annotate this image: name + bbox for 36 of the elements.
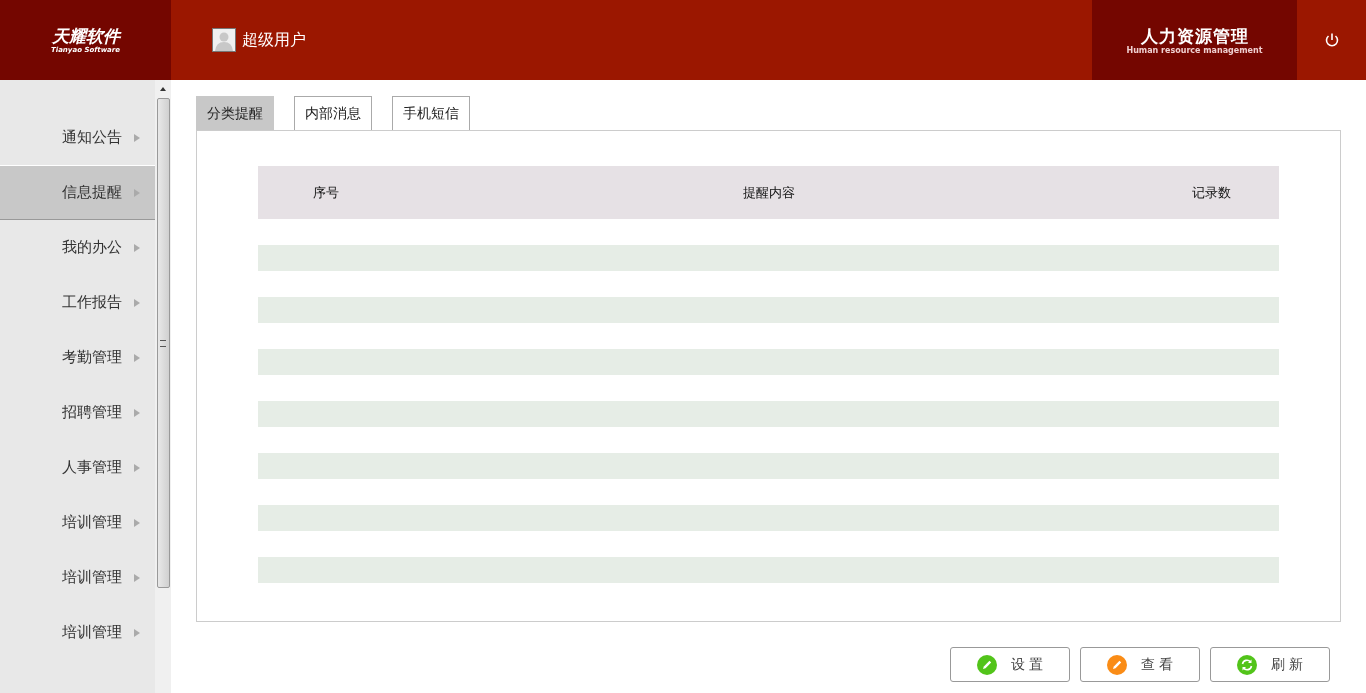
arrow-icon: [134, 408, 140, 417]
tab[interactable]: 分类提醒: [196, 96, 274, 130]
sidebar-item[interactable]: 信息提醒: [0, 165, 155, 220]
sidebar-item[interactable]: 培训管理: [0, 495, 155, 550]
arrow-icon: [134, 463, 140, 472]
sidebar-item[interactable]: 我的办公: [0, 220, 155, 275]
action-button[interactable]: 设 置: [950, 647, 1070, 682]
arrow-icon: [134, 298, 140, 307]
column-header: 记录数: [1190, 183, 1232, 202]
sidebar-item[interactable]: 培训管理: [0, 605, 155, 660]
action-button[interactable]: 刷 新: [1210, 647, 1330, 682]
user-name: 超级用户: [242, 29, 306, 51]
sidebar-item[interactable]: 培训管理: [0, 550, 155, 605]
sidebar-item[interactable]: 工作报告: [0, 275, 155, 330]
arrow-icon: [134, 243, 140, 252]
column-header: 提醒内容: [741, 183, 796, 202]
action-button[interactable]: 查 看: [1080, 647, 1200, 682]
power-icon: [1323, 32, 1340, 48]
scroll-up-icon[interactable]: [159, 86, 167, 92]
avatar-icon: [212, 28, 236, 52]
arrow-icon: [134, 353, 140, 362]
sidebar-item[interactable]: 通知公告: [0, 110, 155, 165]
arrow-icon: [134, 133, 140, 142]
tab[interactable]: 内部消息: [294, 96, 372, 130]
sidebar-item[interactable]: 人事管理: [0, 440, 155, 495]
module-subtitle: Human resource management: [1126, 45, 1263, 55]
column-header: 序号: [312, 183, 340, 202]
module-title: 人力资源管理: [1140, 25, 1249, 46]
logo-title: 天耀软件: [51, 26, 120, 46]
arrow-icon: [134, 518, 140, 527]
arrow-icon: [134, 628, 140, 637]
arrow-icon: [134, 188, 140, 197]
arrow-icon: [134, 573, 140, 582]
tab[interactable]: 手机短信: [392, 96, 470, 130]
sidebar-item[interactable]: 考勤管理: [0, 330, 155, 385]
sidebar-item[interactable]: 招聘管理: [0, 385, 155, 440]
